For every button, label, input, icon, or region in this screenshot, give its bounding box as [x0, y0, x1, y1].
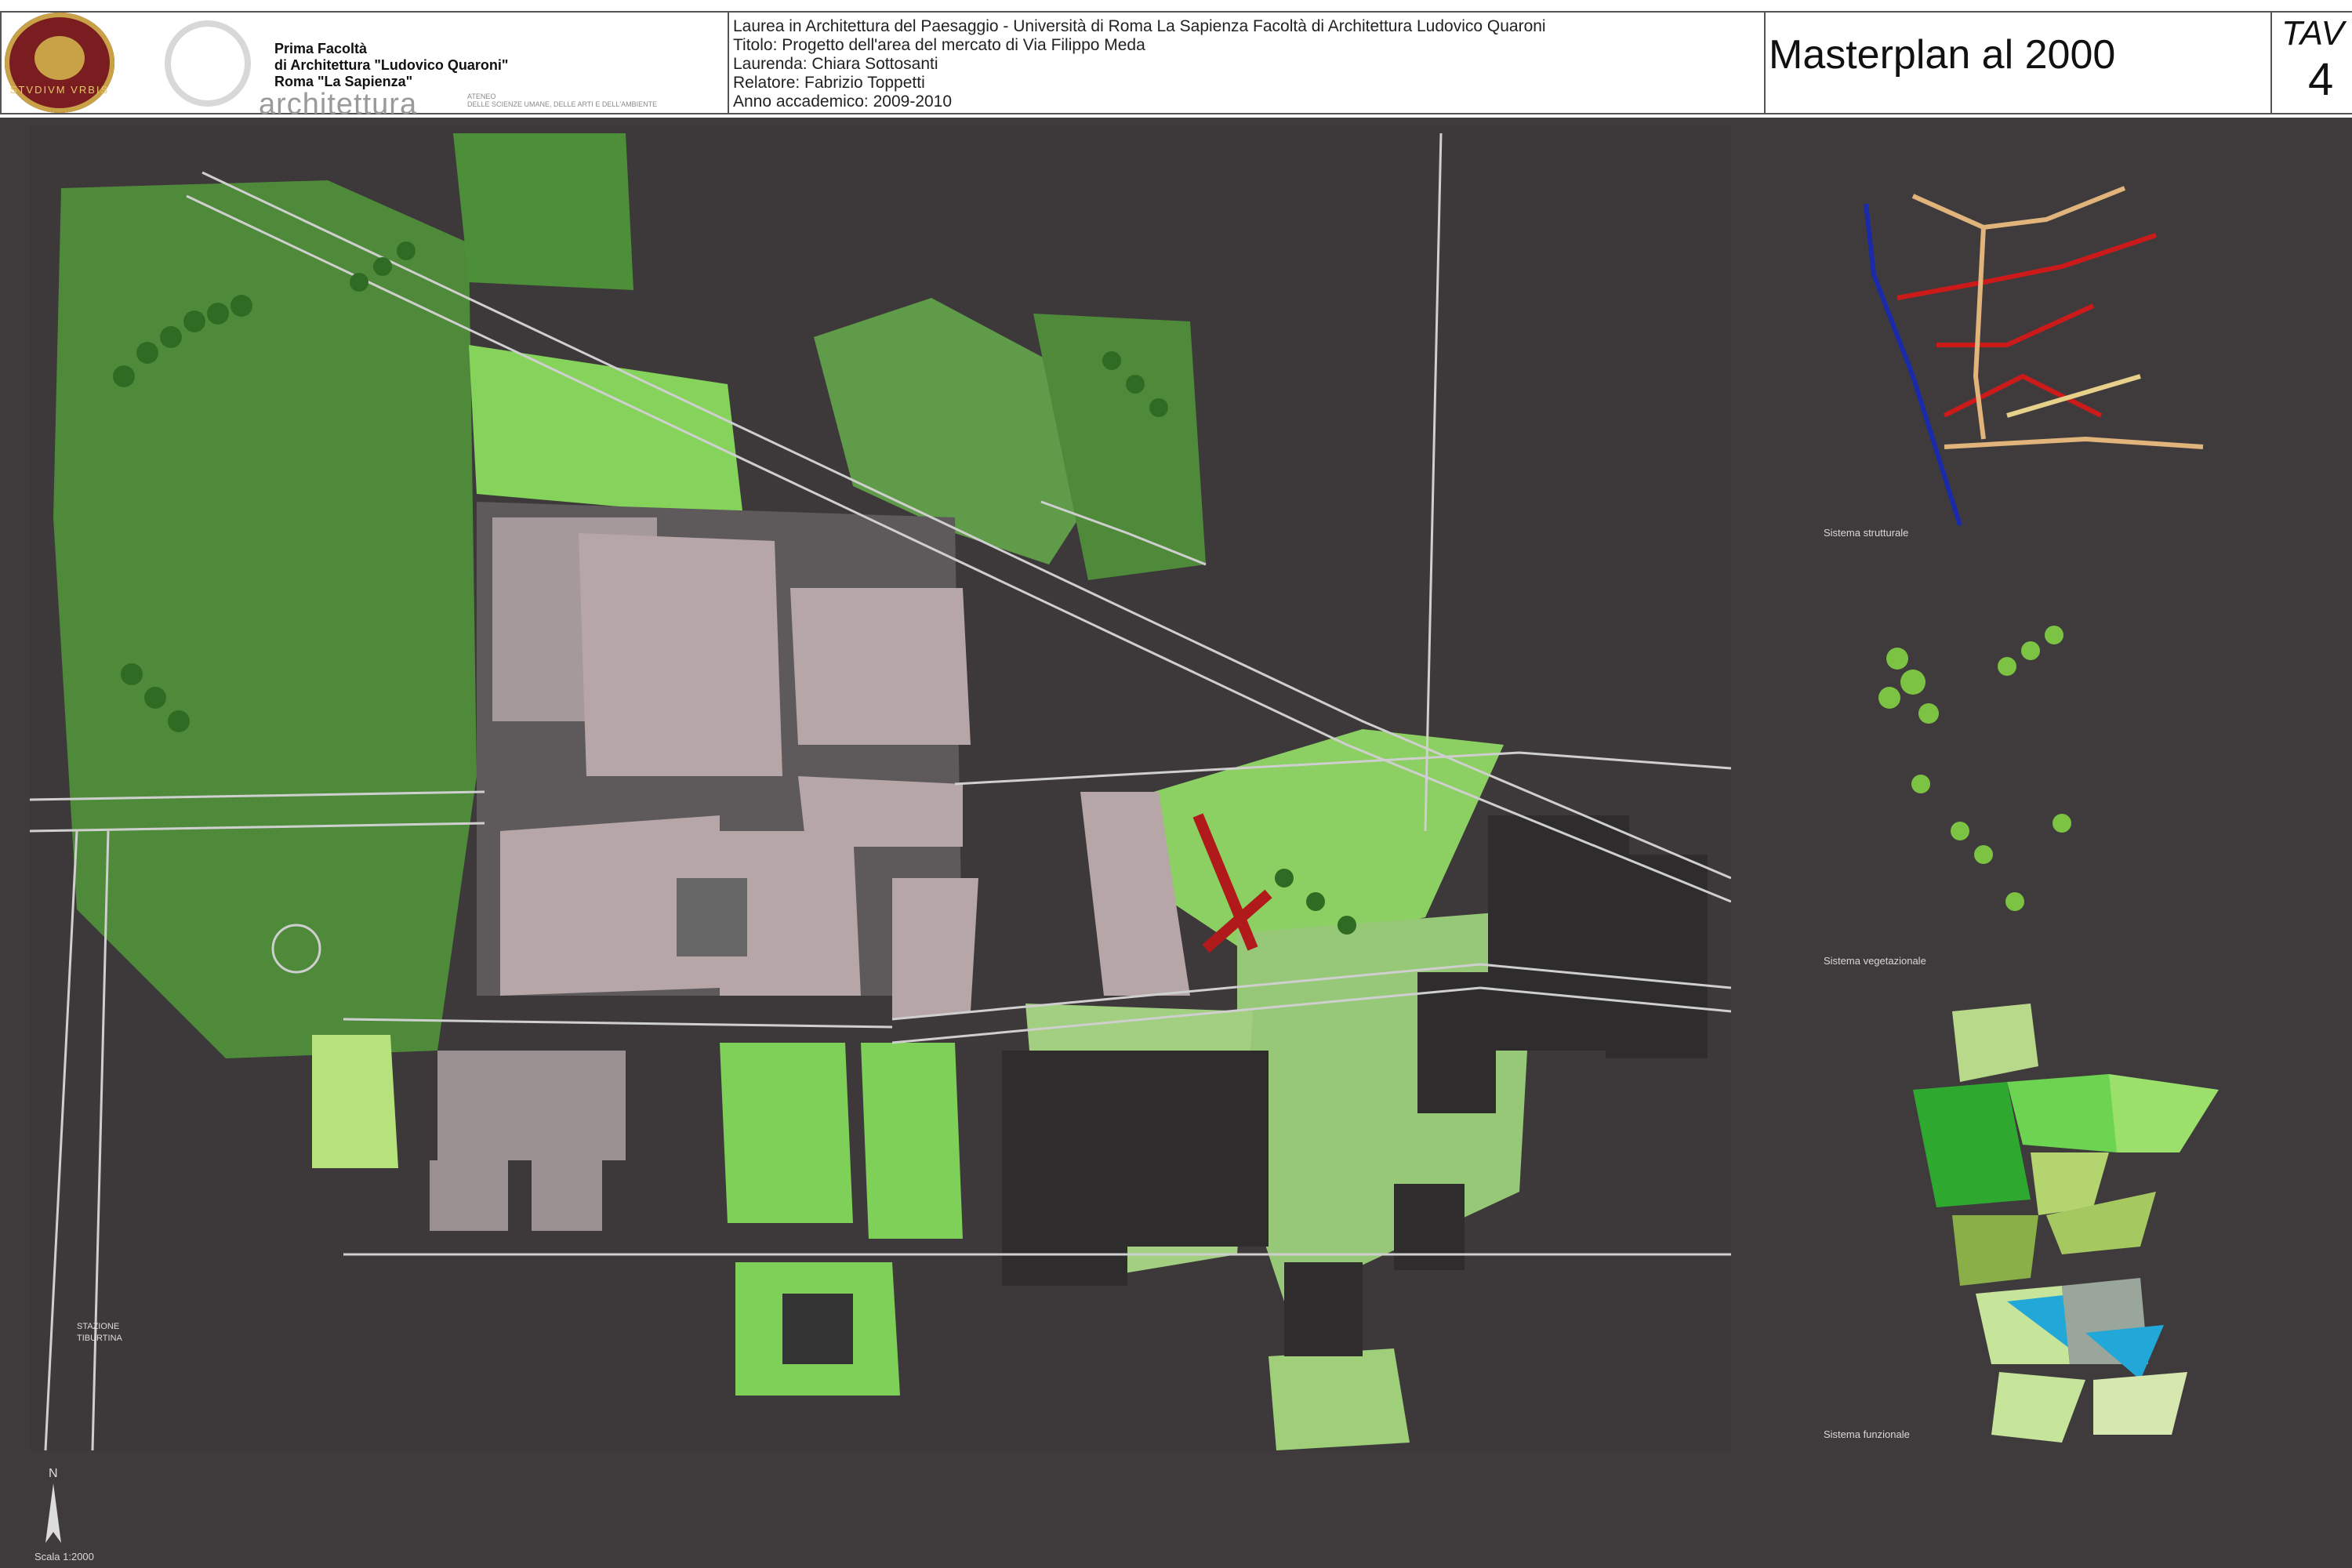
tree-dot — [1900, 670, 1926, 695]
tree-dot — [1974, 845, 1993, 864]
market-building — [579, 533, 782, 776]
structural-line-blue — [1864, 203, 1962, 526]
tree-dot — [1911, 775, 1930, 793]
functional-caption: Sistema funzionale — [1824, 1428, 1910, 1440]
zone — [2109, 1074, 2219, 1152]
north-arrow-shape — [45, 1483, 61, 1543]
south-field — [1269, 1348, 1410, 1450]
scale-label: Scala 1:2000 — [34, 1551, 94, 1563]
title-block: STVDIVM VRBIS Prima Facoltà di Architett… — [0, 0, 2352, 121]
tree-dot — [1918, 703, 1939, 724]
north-park — [453, 133, 633, 290]
thesis-line: Relatore: Fabrizio Toppetti — [733, 74, 925, 92]
structural-caption: Sistema strutturale — [1824, 527, 1909, 539]
shell-logo-icon — [165, 20, 251, 107]
thesis-line: Titolo: Progetto dell'area del mercato d… — [733, 36, 1145, 54]
seal-text: STVDIVM VRBIS — [9, 84, 110, 96]
architettura-logo-text: architettura — [259, 88, 418, 121]
structural-line-tan — [1944, 436, 2204, 449]
market-building — [790, 588, 971, 745]
university-seal-logo: STVDIVM VRBIS — [5, 13, 114, 113]
structural-line-tan — [1973, 227, 1986, 440]
tree-dot — [2053, 814, 2071, 833]
station-label-line: STAZIONE — [77, 1322, 119, 1331]
faculty-line: di Architettura "Ludovico Quaroni" — [274, 57, 509, 73]
structural-line-tan — [1911, 186, 2126, 230]
tree-dot — [2021, 641, 2040, 660]
sports-hall — [782, 1294, 853, 1364]
tav-number: 4 — [2308, 54, 2334, 105]
ateneo-line: ATENEO — [467, 93, 496, 100]
vegetation-caption: Sistema vegetazionale — [1824, 955, 1926, 967]
thesis-line: Laurea in Architettura del Paesaggio - U… — [733, 17, 1546, 35]
faculty-name: Prima Facoltà di Architettura "Ludovico … — [274, 41, 508, 90]
functional-diagram — [1913, 1004, 2219, 1443]
north-arrow-icon: N — [45, 1467, 61, 1543]
tree-dot — [1998, 657, 2016, 676]
station-label-line: TIBURTINA — [77, 1334, 123, 1343]
tree-dot — [1951, 822, 1969, 840]
seal-emblem-icon — [34, 36, 85, 80]
linear-park-2 — [861, 1043, 963, 1239]
market-core — [677, 878, 747, 956]
page-title: Masterplan al 2000 — [1769, 32, 2116, 78]
tree-dot — [1878, 687, 1900, 709]
thesis-line: Laurenda: Chiara Sottosanti — [733, 55, 938, 73]
tree-dot — [1886, 648, 1908, 670]
zone — [1952, 1004, 2038, 1082]
thesis-line: Anno accademico: 2009-2010 — [733, 93, 953, 111]
west-park — [53, 180, 477, 1058]
structural-line-yellow — [2006, 374, 2141, 418]
linear-park-1 — [720, 1043, 853, 1223]
market-building — [892, 878, 978, 1019]
tav-label: TAV — [2281, 14, 2344, 53]
structural-line-red — [1936, 303, 2095, 347]
zone — [1952, 1215, 2038, 1286]
sports-pitch — [312, 1035, 398, 1168]
thesis-info: Laurea in Architettura del Paesaggio - U… — [733, 17, 1546, 111]
masterplan-map: STAZIONE TIBURTINA — [30, 125, 1731, 1450]
ateneo-line: DELLE SCIENZE UMANE, DELLE ARTI E DELL'A… — [467, 100, 658, 108]
ateneo-text: ATENEO DELLE SCIENZE UMANE, DELLE ARTI E… — [467, 93, 657, 108]
tree-dot — [2005, 892, 2024, 911]
zone — [2093, 1372, 2187, 1435]
vegetation-diagram — [1878, 626, 2071, 911]
structural-diagram — [1864, 186, 2204, 526]
zone — [1991, 1372, 2085, 1443]
tree-dot — [2045, 626, 2063, 644]
faculty-line: Prima Facoltà — [274, 41, 368, 56]
structural-line-red — [1896, 233, 2157, 300]
north-label: N — [49, 1467, 58, 1480]
